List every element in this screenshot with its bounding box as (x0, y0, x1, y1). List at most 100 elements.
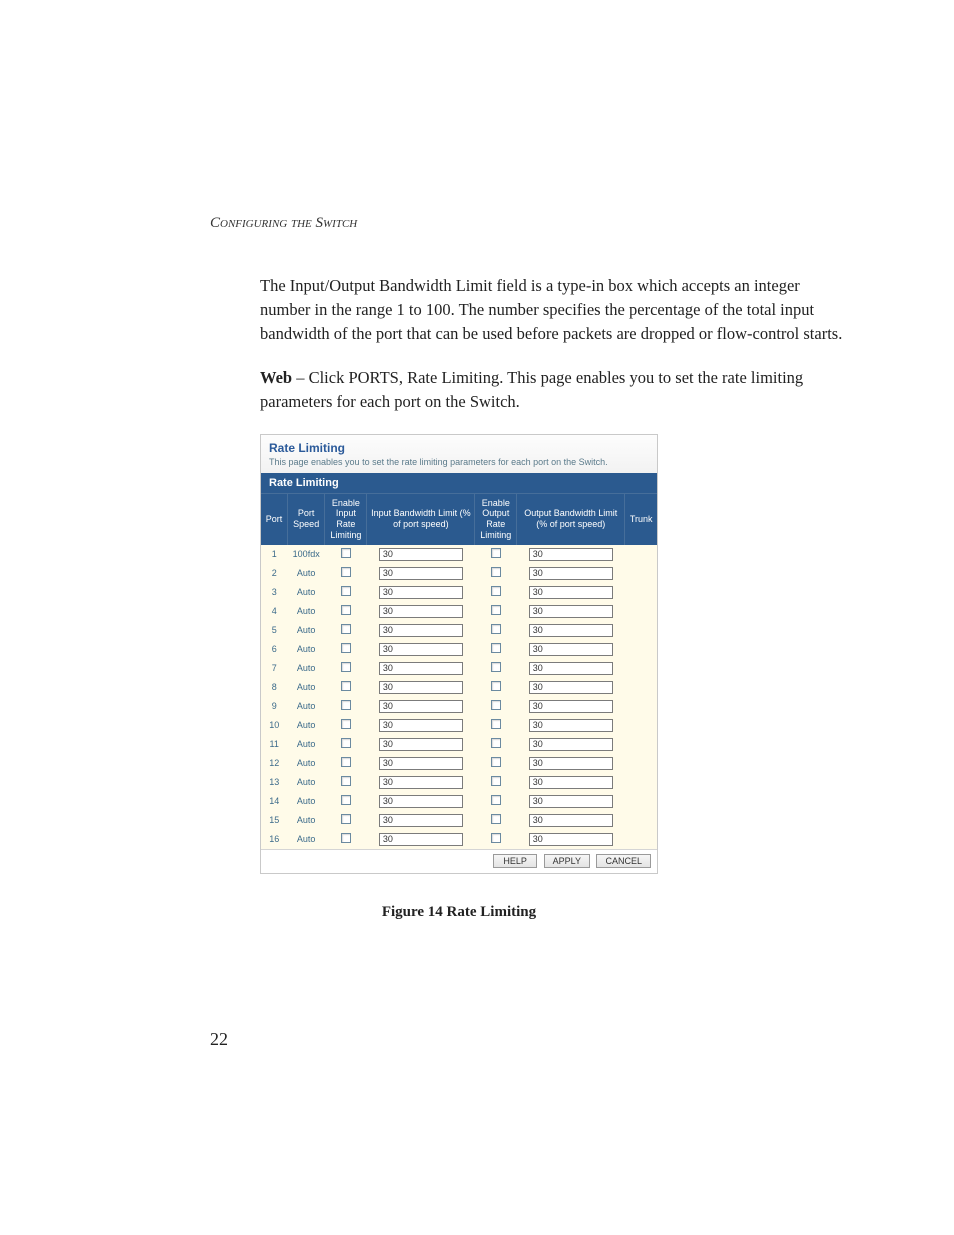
input-bw-field[interactable] (379, 719, 463, 732)
input-bw-field[interactable] (379, 586, 463, 599)
input-bw-field[interactable] (379, 567, 463, 580)
input-bw-field[interactable] (379, 548, 463, 561)
trunk-cell (625, 697, 657, 716)
panel-header: Rate Limiting (261, 473, 657, 493)
table-row: 12Auto (261, 754, 657, 773)
port-cell: 9 (261, 697, 287, 716)
output-bw-field[interactable] (529, 681, 613, 694)
enable-output-checkbox[interactable] (491, 624, 501, 634)
output-bw-field[interactable] (529, 700, 613, 713)
port-cell: 10 (261, 716, 287, 735)
output-bw-field[interactable] (529, 795, 613, 808)
enable-output-checkbox[interactable] (491, 738, 501, 748)
enable-input-checkbox[interactable] (341, 719, 351, 729)
enable-input-checkbox[interactable] (341, 681, 351, 691)
enable-input-checkbox[interactable] (341, 567, 351, 577)
table-row: 2Auto (261, 564, 657, 583)
input-bw-field[interactable] (379, 624, 463, 637)
col-en-out: Enable Output Rate Limiting (475, 493, 517, 545)
input-bw-field[interactable] (379, 776, 463, 789)
speed-cell: 100fdx (287, 545, 324, 564)
input-bw-field[interactable] (379, 757, 463, 770)
speed-cell: Auto (287, 735, 324, 754)
output-bw-field[interactable] (529, 567, 613, 580)
enable-output-checkbox[interactable] (491, 643, 501, 653)
cancel-button[interactable]: CANCEL (596, 854, 651, 868)
port-cell: 16 (261, 830, 287, 849)
output-bw-field[interactable] (529, 776, 613, 789)
table-row: 5Auto (261, 621, 657, 640)
trunk-cell (625, 621, 657, 640)
enable-input-checkbox[interactable] (341, 757, 351, 767)
enable-output-checkbox[interactable] (491, 833, 501, 843)
port-cell: 15 (261, 811, 287, 830)
enable-input-checkbox[interactable] (341, 624, 351, 634)
table-row: 11Auto (261, 735, 657, 754)
enable-input-checkbox[interactable] (341, 605, 351, 615)
enable-input-checkbox[interactable] (341, 738, 351, 748)
input-bw-field[interactable] (379, 700, 463, 713)
enable-input-checkbox[interactable] (341, 833, 351, 843)
button-row: HELP APPLY CANCEL (261, 849, 657, 873)
speed-cell: Auto (287, 678, 324, 697)
col-trunk: Trunk (625, 493, 657, 545)
enable-input-checkbox[interactable] (341, 795, 351, 805)
output-bw-field[interactable] (529, 738, 613, 751)
rate-limiting-screenshot: Rate Limiting This page enables you to s… (260, 434, 658, 874)
help-button[interactable]: HELP (493, 854, 537, 868)
port-cell: 6 (261, 640, 287, 659)
trunk-cell (625, 811, 657, 830)
output-bw-field[interactable] (529, 757, 613, 770)
output-bw-field[interactable] (529, 605, 613, 618)
output-bw-field[interactable] (529, 833, 613, 846)
enable-output-checkbox[interactable] (491, 548, 501, 558)
enable-output-checkbox[interactable] (491, 586, 501, 596)
port-cell: 1 (261, 545, 287, 564)
rate-limiting-table: Port Port Speed Enable Input Rate Limiti… (261, 493, 657, 849)
enable-output-checkbox[interactable] (491, 700, 501, 710)
enable-input-checkbox[interactable] (341, 548, 351, 558)
input-bw-field[interactable] (379, 814, 463, 827)
enable-output-checkbox[interactable] (491, 662, 501, 672)
enable-input-checkbox[interactable] (341, 776, 351, 786)
input-bw-field[interactable] (379, 681, 463, 694)
input-bw-field[interactable] (379, 833, 463, 846)
enable-input-checkbox[interactable] (341, 700, 351, 710)
input-bw-field[interactable] (379, 662, 463, 675)
speed-cell: Auto (287, 716, 324, 735)
enable-output-checkbox[interactable] (491, 776, 501, 786)
web-lead: Web (260, 368, 292, 387)
input-bw-field[interactable] (379, 643, 463, 656)
output-bw-field[interactable] (529, 719, 613, 732)
input-bw-field[interactable] (379, 605, 463, 618)
table-row: 1100fdx (261, 545, 657, 564)
speed-cell: Auto (287, 640, 324, 659)
enable-input-checkbox[interactable] (341, 662, 351, 672)
output-bw-field[interactable] (529, 586, 613, 599)
output-bw-field[interactable] (529, 548, 613, 561)
output-bw-field[interactable] (529, 814, 613, 827)
apply-button[interactable]: APPLY (544, 854, 590, 868)
body-paragraph-1: The Input/Output Bandwidth Limit field i… (260, 274, 844, 346)
col-en-in: Enable Input Rate Limiting (325, 493, 367, 545)
enable-input-checkbox[interactable] (341, 643, 351, 653)
output-bw-field[interactable] (529, 662, 613, 675)
enable-input-checkbox[interactable] (341, 814, 351, 824)
output-bw-field[interactable] (529, 624, 613, 637)
enable-output-checkbox[interactable] (491, 814, 501, 824)
figure-caption: Figure 14 Rate Limiting (260, 904, 658, 921)
enable-output-checkbox[interactable] (491, 795, 501, 805)
input-bw-field[interactable] (379, 738, 463, 751)
trunk-cell (625, 564, 657, 583)
output-bw-field[interactable] (529, 643, 613, 656)
speed-cell: Auto (287, 621, 324, 640)
port-cell: 5 (261, 621, 287, 640)
input-bw-field[interactable] (379, 795, 463, 808)
enable-input-checkbox[interactable] (341, 586, 351, 596)
enable-output-checkbox[interactable] (491, 681, 501, 691)
enable-output-checkbox[interactable] (491, 567, 501, 577)
enable-output-checkbox[interactable] (491, 757, 501, 767)
enable-output-checkbox[interactable] (491, 605, 501, 615)
enable-output-checkbox[interactable] (491, 719, 501, 729)
port-cell: 7 (261, 659, 287, 678)
